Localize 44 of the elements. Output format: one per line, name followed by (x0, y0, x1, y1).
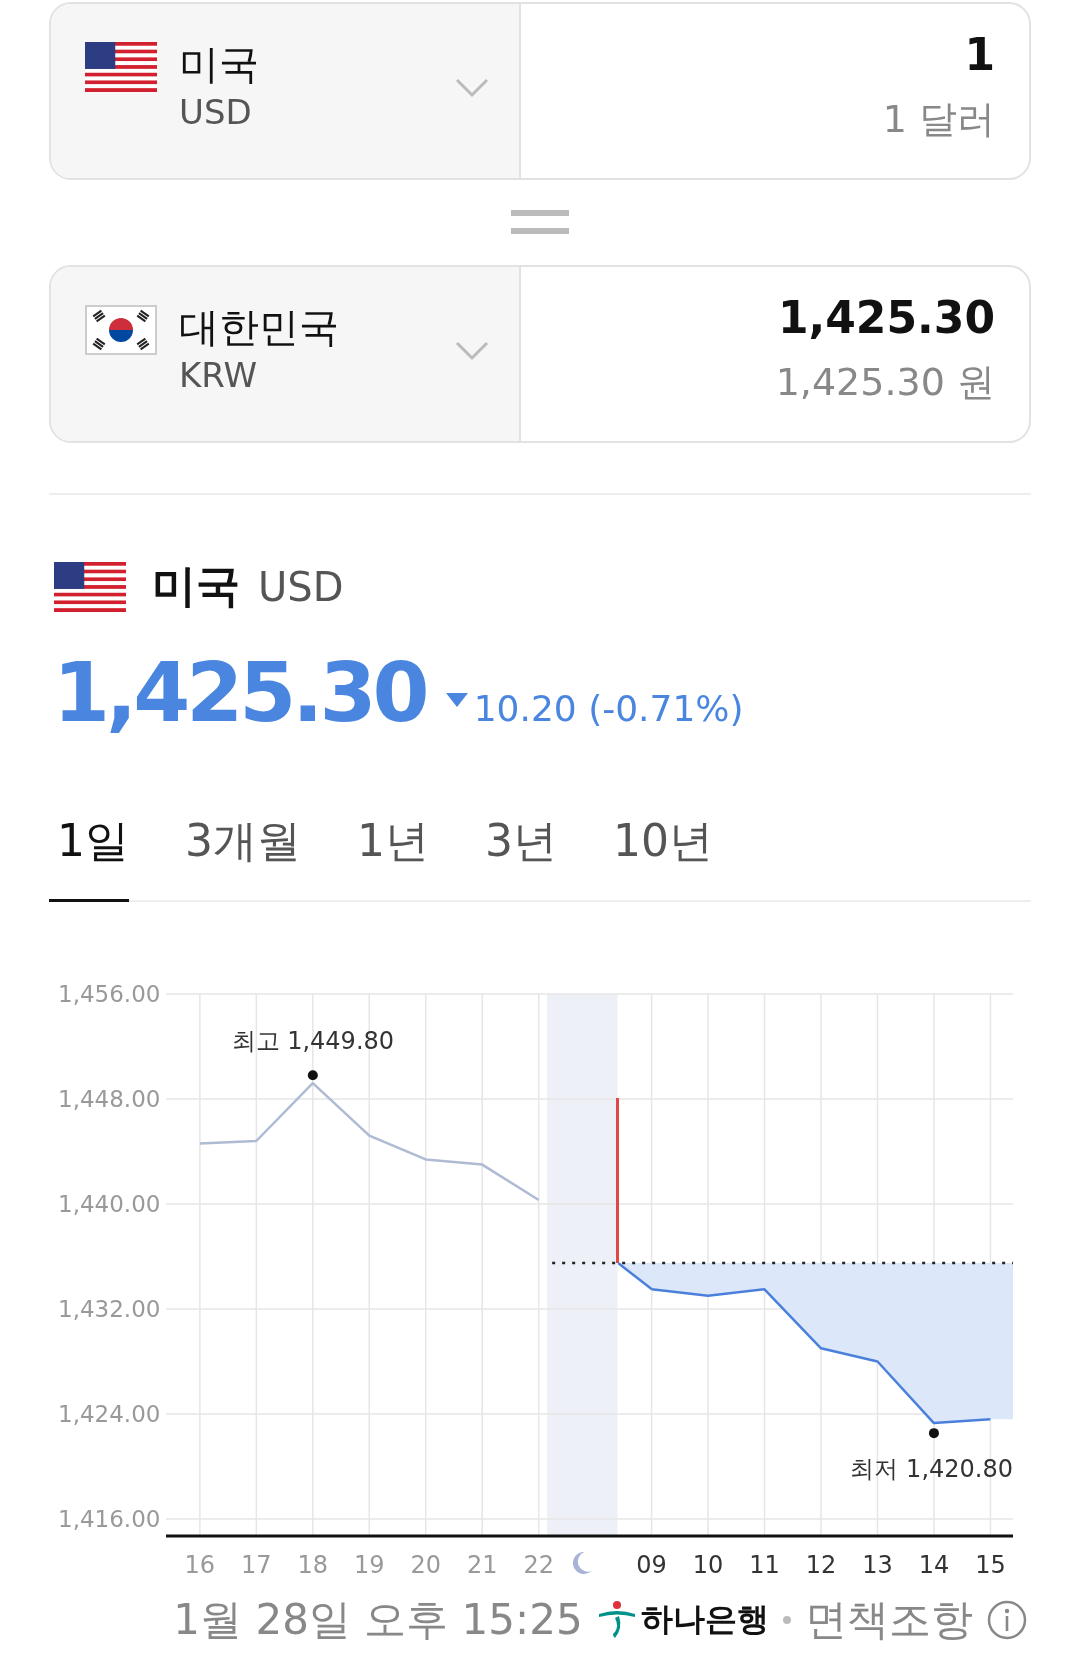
x-axis-label: 17 (241, 1551, 272, 1579)
x-axis-label: 20 (410, 1551, 441, 1579)
x-axis-label: 09 (636, 1551, 667, 1579)
timestamp: 1월 28일 오후 15:25 (173, 1594, 583, 1646)
currency-code: USD (179, 91, 253, 134)
period-tab[interactable]: 1년 (349, 812, 429, 902)
rate-change: 10.20 (-0.71%) (473, 688, 744, 729)
amount-text: 1,425.30 원 (775, 359, 995, 406)
currency-code: KRW (179, 354, 259, 397)
x-axis-label: 21 (466, 1551, 498, 1579)
y-axis-label: 1,432.00 (58, 1295, 161, 1322)
amount-value[interactable]: 1 (964, 26, 995, 84)
country-name: 미국 (152, 559, 240, 613)
y-axis-label: 1,448.00 (58, 1086, 161, 1112)
x-axis-label: 19 (354, 1551, 385, 1579)
country-name: 대한민국 (179, 303, 339, 352)
x-axis-label: 12 (805, 1551, 837, 1579)
currency-code: USD (258, 563, 344, 610)
amount-text: 1 달러 (882, 96, 995, 143)
y-axis-label: 1,424.00 (58, 1400, 161, 1427)
x-axis-label: 14 (918, 1551, 950, 1579)
disclaimer-link[interactable]: 면책조항 (804, 1592, 973, 1648)
bank-name: 하나은행 (640, 1599, 769, 1640)
x-axis-label: 10 (692, 1551, 724, 1579)
currency-selector[interactable]: 대한민국 KRW (51, 267, 521, 441)
x-axis-label: 22 (523, 1551, 554, 1579)
x-axis-label: 11 (749, 1551, 780, 1579)
period-tab[interactable]: 10년 (605, 812, 713, 902)
exchange-rate: 1,425.30 (53, 644, 426, 742)
amount-value[interactable]: 1,425.30 (777, 289, 995, 347)
high-label: 최고 1,449.80 (231, 1027, 395, 1056)
x-axis-label: 16 (184, 1551, 216, 1579)
low-label: 최저 1,420.80 (850, 1455, 1013, 1484)
x-axis-label: 18 (297, 1551, 329, 1579)
y-axis-label: 1,416.00 (58, 1505, 161, 1532)
currency-selector[interactable]: 미국 USD (51, 4, 521, 178)
country-name: 미국 (179, 40, 259, 89)
period-tab[interactable]: 3개월 (177, 812, 301, 902)
period-tab[interactable]: 1일 (49, 812, 129, 902)
x-axis-label: 15 (975, 1551, 1006, 1579)
period-tab[interactable]: 3년 (477, 812, 557, 902)
y-axis-label: 1,440.00 (58, 1191, 161, 1217)
y-axis-label: 1,456.00 (58, 981, 161, 1007)
x-axis-label: 13 (862, 1551, 893, 1579)
